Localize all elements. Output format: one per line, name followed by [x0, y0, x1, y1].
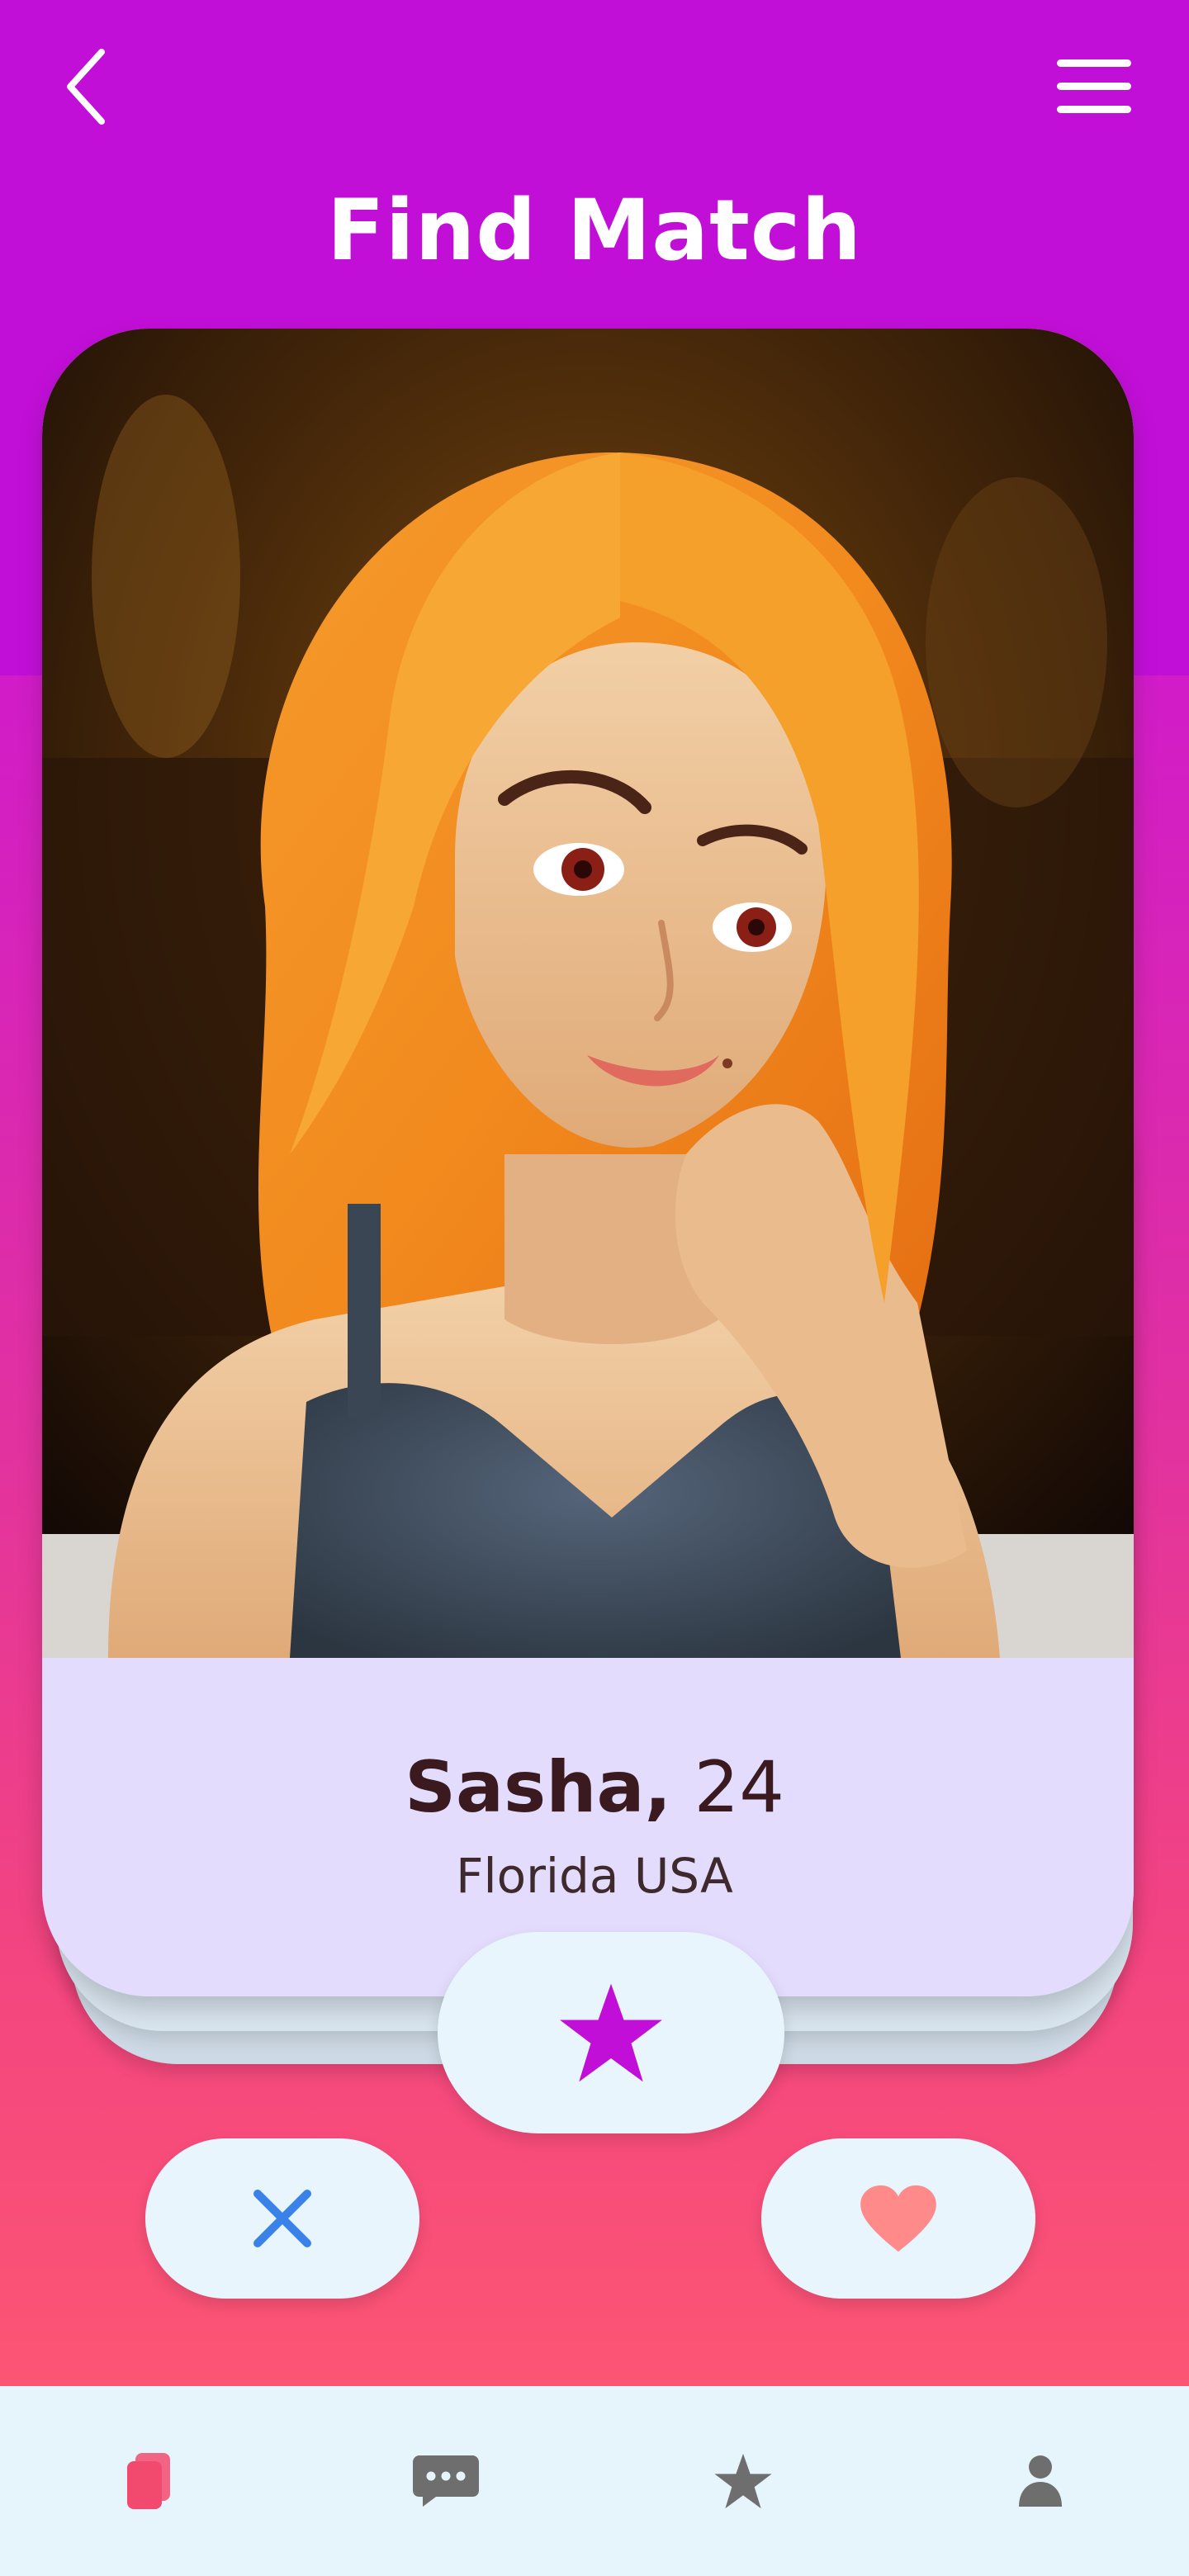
- nav-item-profile[interactable]: [983, 2423, 1098, 2539]
- back-button[interactable]: [58, 41, 116, 132]
- page-title: Find Match: [327, 182, 862, 280]
- nav-item-chat[interactable]: [388, 2423, 504, 2539]
- close-icon: [253, 2190, 311, 2247]
- profile-name-age: Sasha, 24: [0, 1742, 1189, 1833]
- nav-item-favorites[interactable]: [685, 2423, 801, 2539]
- star-icon: [560, 1983, 662, 2082]
- cards-icon: [127, 2453, 170, 2509]
- profile-age: 24: [694, 1746, 784, 1829]
- super-like-button[interactable]: [438, 1932, 784, 2133]
- profile-photo: [42, 329, 1134, 1658]
- chat-icon: [413, 2455, 479, 2507]
- like-button[interactable]: [761, 2138, 1035, 2299]
- star-icon: [714, 2453, 772, 2509]
- profile-icon: [1019, 2455, 1062, 2507]
- hamburger-menu-icon: [1057, 59, 1131, 113]
- bottom-navigation: [0, 2386, 1189, 2576]
- profile-location: Florida USA: [456, 1848, 733, 1904]
- profile-name: Sasha,: [405, 1746, 672, 1829]
- heart-icon: [860, 2185, 936, 2252]
- dislike-button[interactable]: [145, 2138, 419, 2299]
- nav-item-cards[interactable]: [91, 2423, 206, 2539]
- menu-button[interactable]: [1049, 50, 1139, 124]
- chevron-left-icon: [67, 49, 105, 125]
